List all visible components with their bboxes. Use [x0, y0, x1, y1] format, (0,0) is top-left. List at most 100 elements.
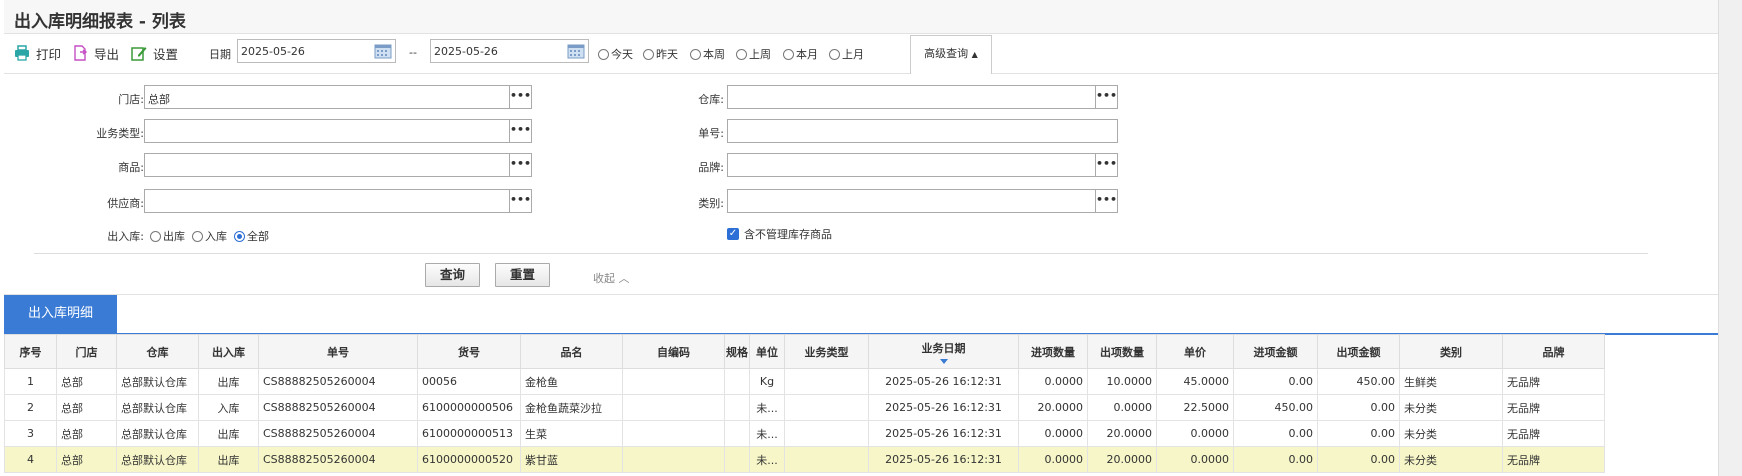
col-header[interactable]: 进项数量	[1018, 334, 1088, 369]
more-icon[interactable]: •••	[1095, 190, 1117, 212]
table-cell: 0.00	[1317, 446, 1400, 473]
category-input[interactable]: •••	[727, 189, 1118, 213]
print-label: 打印	[36, 46, 62, 62]
radio-icon[interactable]	[643, 48, 654, 60]
col-header[interactable]: 业务类型	[784, 334, 869, 369]
table-row[interactable]: 4 总部 总部默认仓库 出库 CS88882505260004 6100000000520…	[4, 446, 1605, 473]
radio-selected-icon[interactable]	[234, 230, 245, 242]
supplier-label: 供应商:	[107, 197, 144, 210]
collapse-link[interactable]: 收起 ︿	[593, 270, 630, 286]
query-button[interactable]: 查询	[425, 263, 480, 287]
col-header[interactable]: 单价	[1156, 334, 1234, 369]
reset-button[interactable]: 重置	[495, 263, 550, 287]
table-cell: 0.00	[1317, 394, 1400, 421]
col-header[interactable]: 仓库	[116, 334, 199, 369]
col-header[interactable]: 规格	[724, 334, 750, 369]
more-icon[interactable]: •••	[1095, 86, 1117, 108]
scrollbar-track[interactable]	[1718, 0, 1742, 476]
more-icon[interactable]: •••	[1095, 154, 1117, 176]
col-header[interactable]: 类别	[1399, 334, 1503, 369]
inout-in[interactable]: 入库	[192, 228, 227, 244]
table-cell: 2	[4, 394, 57, 421]
table-row[interactable]: 3 总部 总部默认仓库 出库 CS88882505260004 6100000000513…	[4, 420, 1605, 447]
col-header[interactable]: 品牌	[1502, 334, 1605, 369]
quick-yesterday[interactable]: 昨天	[643, 46, 678, 62]
tab-inout-detail[interactable]: 出入库明细	[4, 295, 117, 333]
export-icon	[72, 45, 88, 61]
export-button[interactable]: 导出	[72, 42, 119, 64]
radio-icon[interactable]	[736, 48, 747, 60]
col-header[interactable]: 门店	[56, 334, 117, 369]
brand-label: 品牌:	[698, 161, 724, 174]
col-header[interactable]: 单位	[749, 334, 785, 369]
inout-all[interactable]: 全部	[234, 228, 269, 244]
table-row[interactable]: 2 总部 总部默认仓库 入库 CS88882505260004 6100000000506…	[4, 394, 1605, 421]
col-header[interactable]: 序号	[4, 334, 57, 369]
print-button[interactable]: 打印	[14, 42, 61, 64]
quick-last-week[interactable]: 上周	[736, 46, 771, 62]
table-cell: 无品牌	[1502, 420, 1605, 447]
biztype-label: 业务类型:	[96, 127, 144, 140]
table-cell: 生菜	[520, 420, 623, 447]
sort-desc-icon	[939, 359, 948, 364]
edit-settings-icon	[131, 45, 147, 61]
radio-icon[interactable]	[690, 48, 701, 60]
radio-icon[interactable]	[783, 48, 794, 60]
calendar-icon[interactable]	[374, 43, 392, 59]
col-header[interactable]: 进项金额	[1233, 334, 1318, 369]
date-to-input[interactable]: 2025-05-26	[430, 39, 589, 63]
col-header[interactable]: 自编码	[622, 334, 725, 369]
checkmark-icon[interactable]: ✓	[727, 228, 739, 240]
col-header[interactable]: 单号	[258, 334, 418, 369]
more-icon[interactable]: •••	[509, 86, 531, 108]
table-cell: 6100000000506	[417, 394, 521, 421]
more-icon[interactable]: •••	[509, 190, 531, 212]
radio-icon[interactable]	[150, 230, 161, 242]
warehouse-label: 仓库:	[698, 93, 724, 106]
col-header[interactable]: 货号	[417, 334, 521, 369]
biztype-input[interactable]: •••	[144, 119, 532, 143]
settings-button[interactable]: 设置	[131, 42, 178, 64]
col-header[interactable]: 出项金额	[1317, 334, 1400, 369]
brand-input[interactable]: •••	[727, 153, 1118, 177]
col-header[interactable]: 出入库	[198, 334, 259, 369]
supplier-input[interactable]: •••	[144, 189, 532, 213]
date-from-input[interactable]: 2025-05-26	[237, 39, 396, 63]
col-header[interactable]: 出项数量	[1087, 334, 1157, 369]
table-cell: 总部	[56, 394, 117, 421]
col-header-sorted[interactable]: 业务日期	[868, 334, 1019, 369]
more-icon[interactable]: •••	[509, 154, 531, 176]
table-cell: 总部	[56, 446, 117, 473]
table-cell: 总部	[56, 420, 117, 447]
radio-icon[interactable]	[598, 48, 609, 60]
product-input[interactable]: •••	[144, 153, 532, 177]
radio-icon[interactable]	[829, 48, 840, 60]
page-title: 出入库明细报表 - 列表	[14, 12, 186, 32]
table-cell: 20.0000	[1087, 446, 1157, 473]
quick-this-week-label: 本周	[703, 48, 725, 61]
table-cell	[784, 446, 869, 473]
table-cell: 金枪鱼	[520, 368, 623, 395]
warehouse-input[interactable]: •••	[727, 85, 1118, 109]
radio-icon[interactable]	[192, 230, 203, 242]
col-header[interactable]: 品名	[520, 334, 623, 369]
calendar-icon[interactable]	[567, 43, 585, 59]
table-cell: 0.00	[1233, 446, 1318, 473]
table-cell: 4	[4, 446, 57, 473]
table-cell: 未分类	[1399, 446, 1503, 473]
inout-out[interactable]: 出库	[150, 228, 185, 244]
quick-today[interactable]: 今天	[598, 46, 633, 62]
store-input[interactable]: 总部 •••	[144, 85, 532, 109]
product-label: 商品:	[118, 161, 144, 174]
include-unmanaged-checkbox[interactable]: ✓ 含不管理库存商品	[727, 226, 832, 242]
quick-this-month[interactable]: 本月	[783, 46, 818, 62]
table-cell: 20.0000	[1018, 394, 1088, 421]
advanced-query-tab[interactable]: 高级查询 ▲	[910, 35, 992, 75]
table-row[interactable]: 1 总部 总部默认仓库 出库 CS88882505260004 00056 金枪鱼 Kg 202…	[4, 368, 1605, 395]
quick-this-month-label: 本月	[796, 48, 818, 61]
quick-last-month[interactable]: 上月	[829, 46, 864, 62]
quick-this-week[interactable]: 本周	[690, 46, 725, 62]
docno-input[interactable]	[727, 119, 1118, 143]
more-icon[interactable]: •••	[509, 120, 531, 142]
quick-last-week-label: 上周	[749, 48, 771, 61]
